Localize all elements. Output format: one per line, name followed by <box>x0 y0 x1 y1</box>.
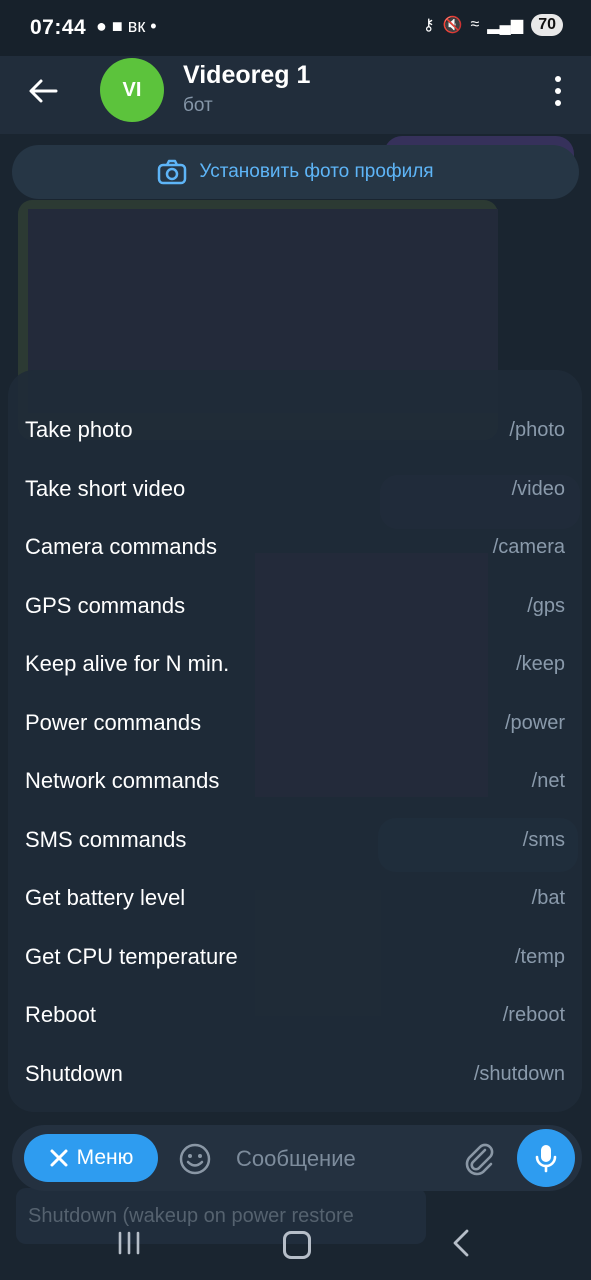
menu-item-command: /net <box>531 769 565 792</box>
menu-item-shutdown[interactable]: Shutdown /shutdown <box>8 1045 582 1103</box>
chat-header: VI Videoreg 1 бот <box>0 56 591 134</box>
key-icon: ⚷ <box>422 17 435 34</box>
redacted-area <box>255 553 488 797</box>
chat-title[interactable]: Videoreg 1 <box>183 61 310 90</box>
camera-icon <box>158 159 187 185</box>
message-input-bar: Меню <box>12 1125 582 1191</box>
nav-back-icon[interactable] <box>450 1228 472 1258</box>
menu-item-reboot[interactable]: Reboot /reboot <box>8 986 582 1044</box>
vk-icon: вк <box>127 16 146 36</box>
avatar-initials: VI <box>122 78 142 101</box>
chat-icon: ● <box>96 16 107 36</box>
menu-item-command: /video <box>511 477 565 500</box>
menu-item-temp[interactable]: Get CPU temperature /temp <box>8 928 582 986</box>
microphone-icon <box>535 1145 557 1173</box>
menu-item-name: Network commands <box>25 768 220 793</box>
chat-subtitle: бот <box>183 95 213 116</box>
menu-item-command: /gps <box>527 594 565 617</box>
menu-item-name: Reboot <box>25 1002 96 1027</box>
menu-item-command: /power <box>504 711 565 734</box>
menu-item-name: Camera commands <box>25 534 217 559</box>
menu-item-name: Take short video <box>25 476 186 501</box>
status-time: 07:44 <box>30 16 87 39</box>
menu-item-command: /shutdown <box>473 1062 565 1085</box>
home-icon[interactable] <box>283 1231 311 1259</box>
set-profile-photo-button[interactable]: Установить фото профиля <box>12 145 579 199</box>
dot-icon: • <box>150 16 157 36</box>
back-arrow-icon[interactable] <box>26 74 60 108</box>
set-profile-photo-label: Установить фото профиля <box>199 161 434 182</box>
status-notification-icons: ● ■ вк • <box>96 16 157 37</box>
mute-icon: 🔇 <box>442 17 463 34</box>
menu-item-name: Keep alive for N min. <box>25 651 230 676</box>
emoji-icon[interactable] <box>178 1142 212 1176</box>
menu-item-name: Power commands <box>25 710 202 735</box>
menu-item-command: /keep <box>516 652 565 675</box>
battery-badge: 70 <box>531 14 563 36</box>
message-input[interactable] <box>234 1139 448 1179</box>
menu-item-name: Get CPU temperature <box>25 944 238 969</box>
recents-icon[interactable] <box>116 1230 142 1256</box>
avatar[interactable]: VI <box>100 58 164 122</box>
wifi-icon: ≈ <box>470 16 480 33</box>
menu-item-command: /bat <box>531 886 565 909</box>
bot-menu-label: Меню <box>76 1146 134 1169</box>
menu-item-command: /photo <box>509 418 565 441</box>
menu-item-bat[interactable]: Get battery level /bat <box>8 869 582 927</box>
status-bar: 07:44 ● ■ вк • ⚷ 🔇 ≈ ▂▄▆ 70 <box>0 0 591 56</box>
menu-item-sms[interactable]: SMS commands /sms <box>8 811 582 869</box>
status-system-icons: ⚷ 🔇 ≈ ▂▄▆ 70 <box>423 14 563 36</box>
paperclip-icon[interactable] <box>460 1139 498 1177</box>
menu-item-name: Get battery level <box>25 885 186 910</box>
menu-item-command: /sms <box>522 828 565 851</box>
menu-item-name: Shutdown <box>25 1061 123 1086</box>
bot-menu-button[interactable]: Меню <box>24 1134 158 1182</box>
menu-item-name: Take photo <box>25 417 133 442</box>
menu-item-command: /reboot <box>502 1003 565 1026</box>
signal-icon: ▂▄▆ <box>487 17 524 34</box>
menu-item-command: /camera <box>492 535 565 558</box>
bag-icon: ■ <box>111 16 123 36</box>
voice-message-button[interactable] <box>517 1129 575 1187</box>
menu-item-command: /temp <box>514 945 565 968</box>
system-navigation-bar <box>0 1210 591 1280</box>
menu-item-name: GPS commands <box>25 593 186 618</box>
menu-item-photo[interactable]: Take photo /photo <box>8 401 582 459</box>
close-icon <box>50 1149 68 1167</box>
menu-item-name: SMS commands <box>25 827 187 852</box>
menu-item-video[interactable]: Take short video /video <box>8 460 582 518</box>
more-options-icon[interactable] <box>553 76 563 106</box>
